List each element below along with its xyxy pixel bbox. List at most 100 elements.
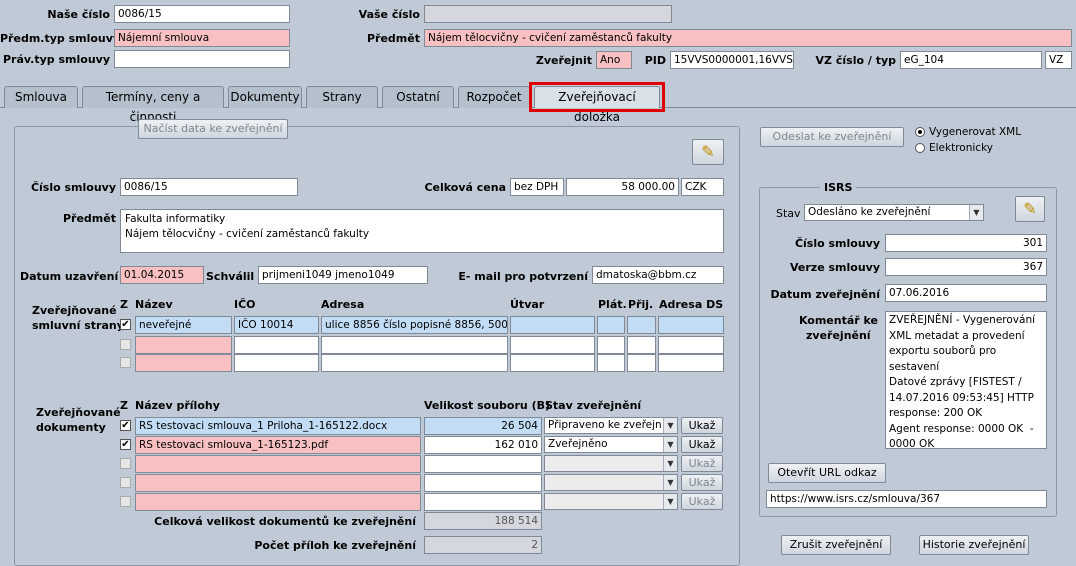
dok-nazev[interactable] [135,474,421,492]
dok-stav-select[interactable]: ▼ [544,455,678,472]
email-field[interactable]: dmatoska@bbm.cz [592,266,724,284]
dok-velikost[interactable] [424,474,542,492]
predmet-textarea[interactable]: Fakulta informatiky Nájem tělocvičny - c… [120,209,724,253]
strana-plat[interactable] [597,316,625,334]
dok-checkbox[interactable] [120,496,131,507]
tab-ostatni[interactable]: Ostatní [382,86,454,108]
strana-adresa-ds[interactable] [658,354,724,372]
dok-nazev[interactable]: RS testovaci smlouva_1 Priloha_1-165122.… [135,417,421,435]
dok-velikost[interactable]: 162 010 [424,436,542,454]
odeslat-button[interactable]: Odeslat ke zveřejnění [760,127,904,147]
dok-velikost[interactable]: 26 504 [424,417,542,435]
komentar-textarea[interactable]: ZVEŘEJNĚNÍ - Vygenerování XML metadat a … [885,311,1047,449]
dok-stav-select[interactable]: ▼ [544,474,678,491]
key-icon[interactable]: ✎ [1015,196,1045,222]
dok-nazev[interactable]: RS testovaci smlouva_1-165123.pdf [135,436,421,454]
dok-nazev[interactable] [135,493,421,511]
strana-adresa-ds[interactable] [658,316,724,334]
vz-typ-field[interactable]: VZ [1045,51,1072,69]
radio-elektronicky[interactable] [915,143,925,153]
pid-field[interactable]: 15VVS0000001,16VVS0 [670,51,794,69]
mena-field[interactable]: CZK [681,178,724,196]
vz-label: VZ číslo / typ [815,54,896,67]
zverejnit-field[interactable]: Ano [596,51,632,69]
dok-stav-select[interactable]: ▼ [544,493,678,510]
datum-uzavreni-field[interactable]: 01.04.2015 [120,266,204,284]
tab-rozpocet[interactable]: Rozpočet [458,86,530,108]
strana-nazev[interactable]: neveřejné [135,316,232,334]
predm-typ-field[interactable]: Nájemní smlouva [114,29,290,47]
cena-field[interactable]: 58 000.00 [566,178,679,196]
strana-adresa-ds[interactable] [658,336,724,354]
strana-utvar[interactable] [510,354,595,372]
strana-checkbox[interactable] [120,357,131,368]
dok-stav-select[interactable]: Připraveno ke zveřejn... ▼ [544,417,678,434]
strany-col-z: Z [120,298,128,311]
prav-typ-field[interactable] [114,50,290,68]
celkova-cena-label: Celková cena [424,181,506,194]
predmet-left-label: Předmět [62,212,116,225]
tab-terminy[interactable]: Termíny, ceny a činnosti [82,86,224,124]
otevrit-url-button[interactable]: Otevřít URL odkaz [768,463,886,483]
dok-velikost[interactable] [424,455,542,473]
strana-ico[interactable]: IČO 10014 [234,316,319,334]
radio-xml[interactable] [915,127,925,137]
url-field[interactable]: https://www.isrs.cz/smlouva/367 [766,490,1047,508]
strana-adresa[interactable] [321,354,508,372]
ukaz-button[interactable]: Ukaž [681,474,723,491]
dok-velikost[interactable] [424,493,542,511]
email-label: E- mail pro potvrzení [458,270,588,283]
predmet-field[interactable]: Nájem tělocvičny - cvičení zaměstanců fa… [424,29,1072,47]
strana-prij[interactable] [627,336,656,354]
strana-utvar[interactable] [510,336,595,354]
strana-checkbox[interactable]: ✔ [120,319,131,330]
tab-smlouva[interactable]: Smlouva [4,86,78,108]
nacist-button[interactable]: Načíst data ke zveřejnění [138,119,288,139]
ukaz-button[interactable]: Ukaž [681,436,723,453]
strana-nazev[interactable] [135,336,232,354]
strany-col-plat: Plát. [598,298,627,311]
dok-checkbox[interactable] [120,477,131,488]
ukaz-button[interactable]: Ukaž [681,493,723,510]
dok-nazev[interactable] [135,455,421,473]
strany-col-adresa-ds: Adresa DS [659,298,724,311]
datum-zverejneni-label: Datum zveřejnění [770,288,880,301]
strana-plat[interactable] [597,336,625,354]
strana-plat[interactable] [597,354,625,372]
vase-cislo-field[interactable] [424,5,672,23]
cena-typ-field[interactable]: bez DPH [510,178,564,196]
strana-adresa[interactable] [321,336,508,354]
dok-checkbox[interactable]: ✔ [120,439,131,450]
strana-nazev[interactable] [135,354,232,372]
strany-col-utvar: Útvar [510,298,545,311]
dok-checkbox[interactable] [120,458,131,469]
strana-prij[interactable] [627,316,656,334]
isrs-cislo-field[interactable]: 301 [885,234,1047,252]
dok-checkbox[interactable]: ✔ [120,420,131,431]
strana-prij[interactable] [627,354,656,372]
strana-ico[interactable] [234,354,319,372]
zrusit-button[interactable]: Zrušit zveřejnění [781,535,891,555]
dok-stav-select[interactable]: Zveřejněno ▼ [544,436,678,453]
strana-ico[interactable] [234,336,319,354]
ukaz-button[interactable]: Ukaž [681,455,723,472]
cislo-smlouvy-field[interactable]: 0086/15 [120,178,298,196]
historie-button[interactable]: Historie zveřejnění [919,535,1029,555]
stav-select[interactable]: Odesláno ke zveřejnění ▼ [804,204,984,221]
vz-cislo-field[interactable]: eG_104 [900,51,1042,69]
ukaz-button[interactable]: Ukaž [681,417,723,434]
schvalil-field[interactable]: prijmeni1049 jmeno1049 [258,266,428,284]
chevron-down-icon: ▼ [969,205,983,220]
strana-checkbox[interactable] [120,339,131,350]
verze-field[interactable]: 367 [885,258,1047,276]
datum-zverejneni-field[interactable]: 07.06.2016 [885,284,1047,302]
strana-adresa[interactable]: ulice 8856 číslo popisné 8856, 500 06 [321,316,508,334]
tab-dokumenty[interactable]: Dokumenty [228,86,302,108]
dok-col-nazev: Název přílohy [135,399,220,412]
nase-cislo-field[interactable]: 0086/15 [114,5,290,23]
tab-strany[interactable]: Strany [306,86,378,108]
datum-uzavreni-label: Datum uzavření [20,270,119,283]
key-icon[interactable]: ✎ [692,139,724,165]
strana-utvar[interactable] [510,316,595,334]
strany-col-nazev: Název [135,298,173,311]
